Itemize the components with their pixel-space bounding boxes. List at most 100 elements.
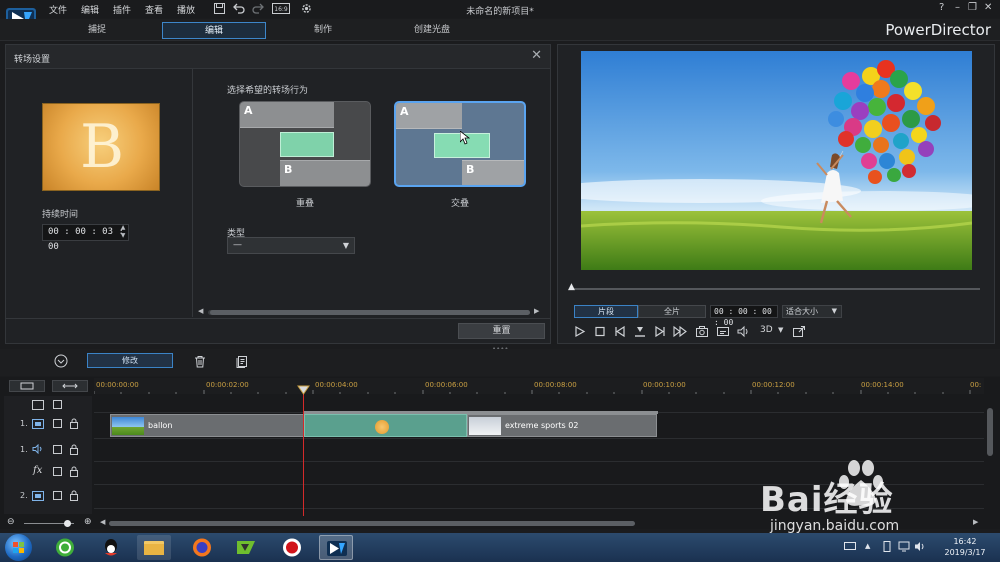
camera-icon[interactable] xyxy=(695,325,709,338)
scroll-right-icon[interactable]: ▶ xyxy=(534,307,539,315)
scroll-left-icon[interactable]: ◀ xyxy=(198,307,203,315)
type-value: — xyxy=(233,240,242,250)
start-button[interactable] xyxy=(5,534,32,561)
previous-frame-icon[interactable] xyxy=(613,325,627,338)
clock-date: 2019/3/17 xyxy=(944,548,986,557)
speaker-icon[interactable] xyxy=(914,541,926,552)
playhead[interactable] xyxy=(303,386,304,516)
clip-ballon[interactable]: ballon xyxy=(110,414,304,437)
taskbar-firefox-icon[interactable] xyxy=(185,535,219,560)
zoom-in-icon[interactable]: ⊕ xyxy=(84,517,92,527)
brand-name: PowerDirector xyxy=(885,21,991,39)
taskbar-powerdirector-icon[interactable] xyxy=(319,535,353,560)
option-cross[interactable]: A B xyxy=(394,101,526,187)
taskbar-app-360-icon[interactable] xyxy=(48,535,82,560)
scrub-bar[interactable] xyxy=(572,288,980,290)
track-enable-checkbox[interactable] xyxy=(53,419,62,428)
tab-capture[interactable]: 捕捉 xyxy=(45,22,149,39)
tab-produce[interactable]: 制作 xyxy=(271,22,375,39)
behavior-label: 选择希望的转场行为 xyxy=(227,86,309,96)
vscroll-thumb[interactable] xyxy=(987,408,993,456)
3d-toggle[interactable]: 3D xyxy=(760,325,773,335)
document-title: 未命名的新项目* xyxy=(466,7,534,17)
panel-title: 转场设置 xyxy=(14,55,51,65)
device-icon[interactable] xyxy=(882,541,892,552)
track-number: 2. xyxy=(20,491,28,500)
watermark-url: jingyan.baidu.com xyxy=(770,518,900,534)
scroll-thumb[interactable] xyxy=(210,310,530,315)
lock-icon[interactable] xyxy=(69,444,79,455)
subtitle-icon[interactable] xyxy=(716,325,730,338)
all-tracks-checkbox[interactable] xyxy=(53,400,62,409)
play-icon[interactable] xyxy=(573,325,587,338)
modify-button[interactable]: 修改 xyxy=(87,353,173,368)
split-marker-icon[interactable] xyxy=(633,325,647,338)
taskbar-camtasia-icon[interactable] xyxy=(229,535,263,560)
transition-marker-icon[interactable] xyxy=(375,420,389,434)
next-frame-icon[interactable] xyxy=(653,325,667,338)
all-tracks-icon[interactable] xyxy=(32,400,44,410)
reset-button[interactable]: 重置 xyxy=(458,323,545,339)
track-manager-button[interactable] xyxy=(9,380,45,392)
thumbnail-letter: B xyxy=(79,112,125,182)
fx-track-icon: fx xyxy=(33,465,43,476)
undock-icon[interactable] xyxy=(792,325,806,338)
tab-edit[interactable]: 编辑 xyxy=(162,22,266,39)
tab-create-disc[interactable]: 创建光盘 xyxy=(380,22,484,39)
scroll-left-icon[interactable]: ◀ xyxy=(100,518,105,526)
transition-thumbnail: B xyxy=(42,103,160,191)
help-button[interactable]: ? xyxy=(939,2,944,13)
trash-icon[interactable] xyxy=(194,355,206,368)
tray-arrow-icon[interactable]: ▲ xyxy=(865,542,870,550)
taskbar-recorder-icon[interactable] xyxy=(275,535,309,560)
panel-hscroll[interactable]: ◀ ▶ xyxy=(198,307,540,317)
dropdown-circle-icon[interactable] xyxy=(54,354,68,368)
clip-mode-button[interactable]: 片段 xyxy=(574,305,638,318)
duration-stepper[interactable]: ▲ ▼ xyxy=(117,224,129,241)
fit-timeline-button[interactable] xyxy=(52,380,88,392)
track-enable-checkbox[interactable] xyxy=(53,445,62,454)
video-track-icon xyxy=(32,419,44,429)
mode-bar xyxy=(0,19,1000,41)
clipboard-icon[interactable] xyxy=(236,355,248,368)
fit-size-value: 适合大小 xyxy=(786,307,818,316)
taskbar-qq-icon[interactable] xyxy=(94,535,128,560)
duration-input[interactable]: 00 : 00 : 03 : 00 xyxy=(42,224,129,252)
scrub-handle-icon[interactable]: ▲ xyxy=(568,282,575,292)
minimize-button[interactable]: – xyxy=(955,2,960,13)
close-icon[interactable]: ✕ xyxy=(531,48,542,63)
clip-thumbnail xyxy=(469,417,501,435)
close-button[interactable]: ✕ xyxy=(984,2,992,13)
taskbar-explorer-icon[interactable] xyxy=(137,535,171,560)
tick-label: 00:00:08:00 xyxy=(534,381,577,389)
chevron-down-icon[interactable]: ▼ xyxy=(778,326,783,334)
powerdirector-window: 文件 编辑 插件 查看 播放 16:9 未命名的新项目* ? – ❐ ✕ 捕捉 … xyxy=(0,0,1000,562)
tick-label: 00:00:02:00 xyxy=(206,381,249,389)
network-icon[interactable] xyxy=(898,541,910,552)
track-enable-checkbox[interactable] xyxy=(53,491,62,500)
zoom-out-icon[interactable]: ⊖ xyxy=(7,517,15,527)
clip-extreme-sports[interactable]: extreme sports 02 xyxy=(467,414,657,437)
keyboard-icon[interactable] xyxy=(844,541,856,551)
zoom-thumb[interactable] xyxy=(64,520,71,527)
volume-icon[interactable] xyxy=(736,325,750,338)
lock-icon[interactable] xyxy=(69,466,79,477)
scroll-thumb[interactable] xyxy=(109,521,635,526)
type-select[interactable]: — ▼ xyxy=(227,237,355,254)
lock-icon[interactable] xyxy=(69,490,79,501)
panel-bottom-divider xyxy=(6,318,550,319)
fit-size-select[interactable]: 适合大小 ▼ xyxy=(782,305,842,318)
track-enable-checkbox[interactable] xyxy=(53,467,62,476)
lock-icon[interactable] xyxy=(69,418,79,429)
movie-mode-button[interactable]: 全片 xyxy=(638,305,706,318)
transition-clip[interactable] xyxy=(304,414,467,437)
tick-label: 00: xyxy=(970,381,982,389)
option-overlap[interactable]: A B xyxy=(239,101,371,187)
restore-button[interactable]: ❐ xyxy=(968,2,977,13)
tick-label: 00:00:10:00 xyxy=(643,381,686,389)
fast-forward-icon[interactable] xyxy=(673,325,687,338)
timecode-display[interactable]: 00 : 00 : 00 : 00 xyxy=(710,305,778,327)
stop-icon[interactable] xyxy=(593,325,607,338)
playhead-handle-icon[interactable] xyxy=(297,385,310,395)
zoom-slider[interactable]: ⊖ ⊕ xyxy=(4,517,94,528)
